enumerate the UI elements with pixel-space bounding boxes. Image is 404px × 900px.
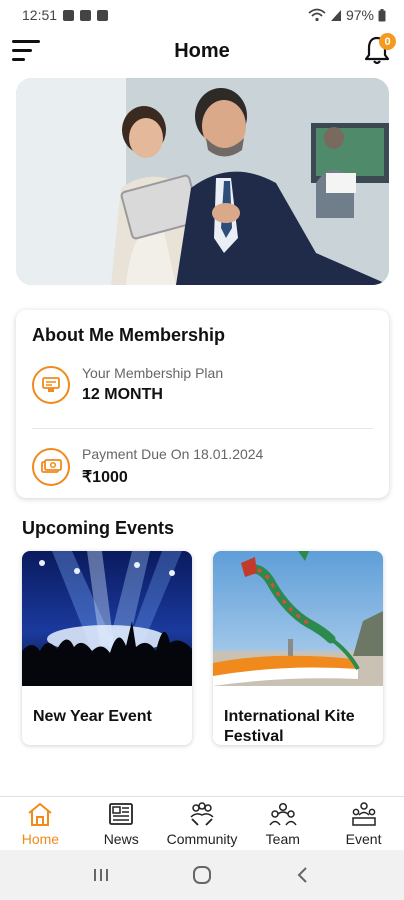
payment-due-amount: ₹1000 [82,469,128,486]
community-icon [190,802,214,826]
home-icon [28,803,53,826]
news-icon [109,803,134,825]
new-year-event-image [22,551,192,686]
upcoming-events-title: Upcoming Events [22,518,175,538]
battery-icon [378,8,386,21]
payment-icon [32,447,70,486]
notification-button[interactable]: 0 [362,33,396,66]
recent-apps-button[interactable] [81,860,121,890]
back-chevron-icon [297,867,308,883]
plan-icon [32,365,70,404]
membership-plan-label: Your Membership Plan [82,365,224,381]
event-name: New Year Event [33,708,152,725]
membership-card-title: About Me Membership [32,325,226,345]
nav-label-news: News [103,831,139,847]
bag-notification-icon-2 [97,9,109,21]
membership-plan-row: Your Membership Plan 12 MONTH [32,365,373,404]
app-header: Home 0 [0,30,404,72]
home-circle-icon [192,866,211,884]
nav-label-team: Team [265,831,300,847]
team-icon [269,802,297,826]
nav-item-community[interactable]: Community [162,797,243,850]
nav-item-team[interactable]: Team [242,797,323,850]
kite-festival-event-image [213,551,383,686]
gallery-notification-icon [63,9,75,21]
event-icon [351,802,376,826]
hero-banner-image [16,78,389,285]
nav-item-home[interactable]: Home [0,797,81,850]
membership-card: About Me Membership Your Membership Plan… [16,310,389,498]
bottom-navigation: Home News Community Team Event [0,796,404,850]
recent-apps-icon [93,869,108,881]
nav-label-home: Home [21,831,60,847]
wifi-icon [308,8,326,22]
back-button[interactable] [283,860,323,890]
bag-notification-icon [80,9,92,21]
payment-due-row: Payment Due On 18.01.2024 ₹1000 [32,446,373,487]
menu-button[interactable] [12,40,40,62]
membership-divider [32,428,373,429]
status-bar: 12:51 97% [0,0,404,30]
nav-item-event[interactable]: Event [323,797,404,850]
notification-badge: 0 [379,33,396,50]
membership-plan-value: 12 MONTH [82,386,163,403]
home-system-button[interactable] [182,860,222,890]
battery-percentage: 97% [345,7,374,23]
nav-label-event: Event [345,831,382,847]
event-name: International Kite Festival [224,708,355,745]
payment-due-label: Payment Due On 18.01.2024 [82,446,264,462]
page-title: Home [174,39,230,62]
nav-label-community: Community [166,831,238,847]
event-card-kite-festival[interactable]: International Kite Festival [213,551,383,745]
signal-icon [330,9,341,21]
nav-item-news[interactable]: News [81,797,162,850]
system-navigation-bar [0,850,404,900]
status-time: 12:51 [22,7,58,23]
event-card-new-year[interactable]: New Year Event [22,551,192,745]
